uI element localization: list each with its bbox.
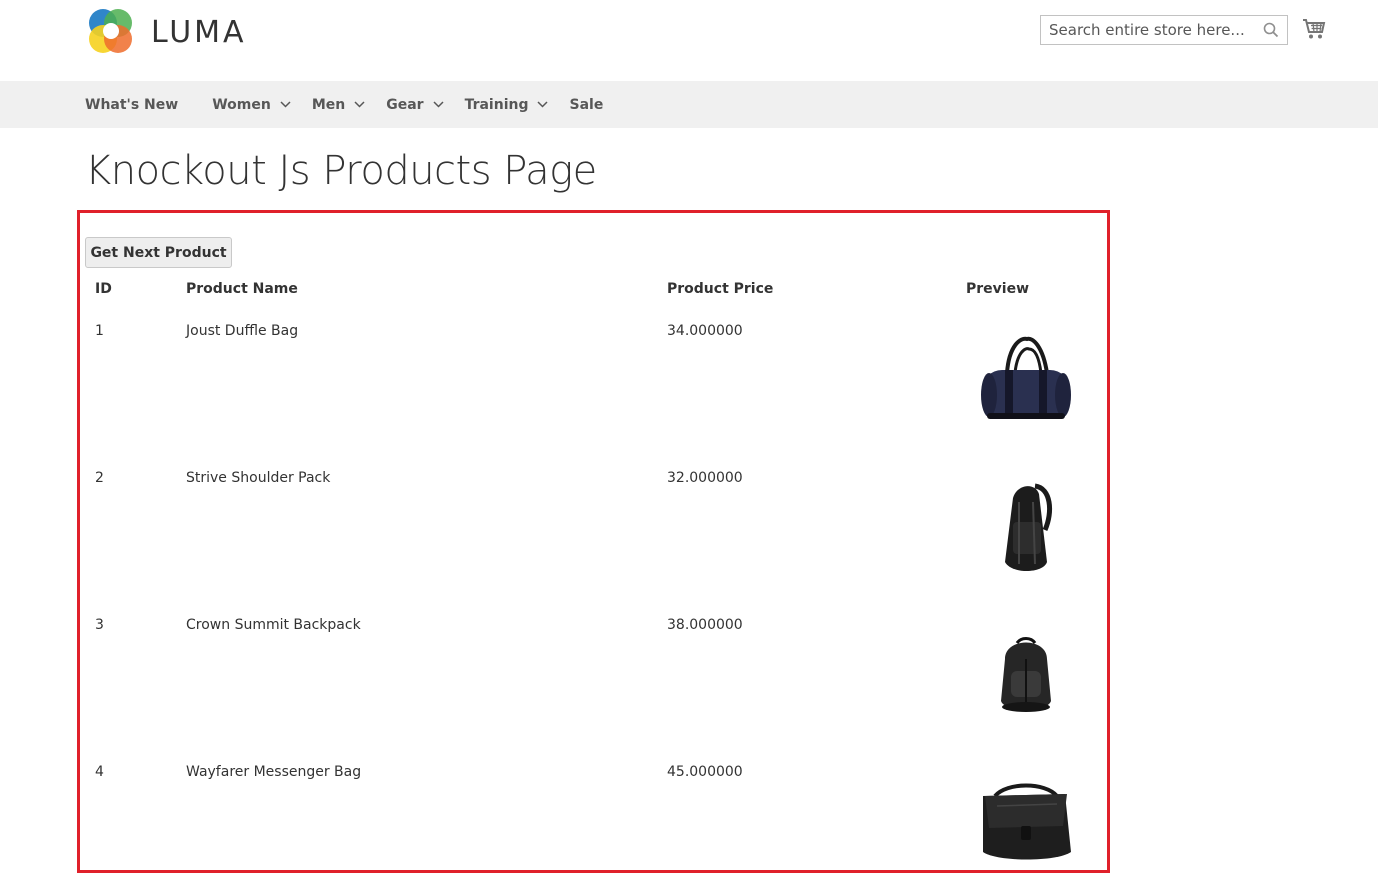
site-header: LUMA — [0, 0, 1378, 81]
chevron-down-icon — [537, 101, 549, 108]
cart-icon[interactable] — [1302, 18, 1326, 40]
search-icon[interactable] — [1263, 22, 1279, 38]
column-header-id: ID — [95, 281, 112, 297]
get-next-product-button[interactable]: Get Next Product — [85, 237, 232, 268]
nav-item-whats-new[interactable]: What's New — [85, 97, 178, 113]
product-price: 45.000000 — [667, 764, 743, 780]
chevron-down-icon — [354, 101, 365, 108]
messenger-bag-image — [983, 783, 1071, 860]
duffle-bag-image — [981, 336, 1071, 419]
search-input[interactable] — [1041, 16, 1259, 44]
product-price: 34.000000 — [667, 323, 743, 339]
nav-item-label: Men — [311, 96, 346, 113]
search-box — [1040, 15, 1288, 45]
nav-item-label: Gear — [386, 96, 424, 113]
backpack-image — [1001, 637, 1051, 712]
product-name: Wayfarer Messenger Bag — [186, 764, 362, 780]
nav-item-sale[interactable]: Sale — [569, 97, 603, 113]
nav-item-men[interactable]: Men — [312, 97, 365, 113]
product-id: 3 — [95, 617, 104, 633]
product-id: 2 — [95, 470, 104, 486]
shoulder-pack-image — [1005, 483, 1053, 571]
luma-logo-icon — [89, 9, 132, 53]
chevron-down-icon — [433, 101, 444, 108]
product-price: 32.000000 — [667, 470, 743, 486]
nav-item-label: Sale — [569, 96, 604, 113]
chevron-down-icon — [280, 101, 291, 108]
product-name: Joust Duffle Bag — [186, 323, 299, 339]
product-name: Crown Summit Backpack — [186, 617, 361, 633]
product-id: 4 — [95, 764, 104, 780]
product-id: 1 — [95, 323, 104, 339]
nav-item-gear[interactable]: Gear — [386, 96, 444, 113]
luma-logo[interactable]: LUMA — [85, 6, 247, 58]
logo-text: LUMA — [151, 14, 247, 50]
main-navigation: What's New Women Men Gear Training Sale — [0, 81, 1378, 128]
product-price: 38.000000 — [667, 617, 743, 633]
column-header-product-price: Product Price — [667, 281, 774, 297]
nav-list: What's New Women Men Gear Training Sale — [85, 81, 603, 128]
nav-item-training[interactable]: Training — [465, 97, 549, 113]
nav-item-label: What's New — [85, 96, 179, 113]
column-header-product-name: Product Name — [186, 281, 298, 297]
nav-item-label: Women — [212, 96, 271, 113]
column-header-preview: Preview — [966, 281, 1030, 297]
nav-item-label: Training — [464, 96, 529, 113]
nav-item-women[interactable]: Women — [212, 97, 291, 113]
product-name: Strive Shoulder Pack — [186, 470, 331, 486]
page-title: Knockout Js Products Page — [85, 148, 597, 194]
